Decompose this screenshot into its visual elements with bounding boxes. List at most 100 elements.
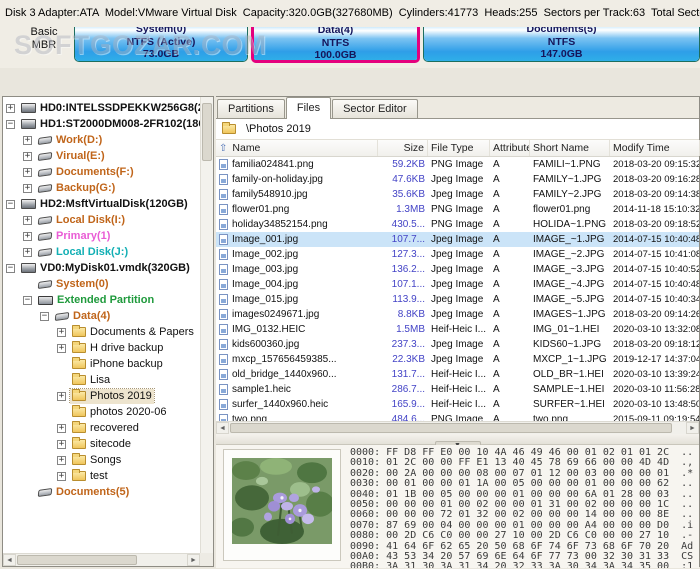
file-row[interactable]: IMG_0132.HEIC 1.5MB Heif-Heic I... A IMG_01~…	[216, 322, 699, 337]
expand-icon[interactable]: +	[23, 167, 32, 177]
tree-horizontal-scrollbar[interactable]: ◄ ►	[3, 553, 200, 566]
tree-item-content: Documents(5)	[36, 485, 131, 500]
tree-item[interactable]: + Documents(F:)	[3, 164, 200, 180]
tree-item[interactable]: System(0)	[3, 276, 200, 292]
collapse-icon[interactable]: −	[23, 295, 32, 305]
tree-item[interactable]: + Songs	[3, 452, 200, 468]
file-modify-time: 2018-03-20 09:15:32	[613, 159, 699, 170]
file-row[interactable]: Image_003.jpg 136.2... Jpeg Image A IMAGE_~3…	[216, 262, 699, 277]
tree-scroll-left-icon[interactable]: ◄	[3, 554, 16, 566]
tree-item[interactable]: photos 2020-06	[3, 404, 200, 420]
expand-icon[interactable]: +	[23, 247, 32, 257]
file-type: Jpeg Image	[431, 234, 484, 245]
file-row[interactable]: mxcp_157656459385... 22.3KB Jpeg Image A MXC…	[216, 352, 699, 367]
tree-item[interactable]: + Virual(E:)	[3, 148, 200, 164]
expand-icon[interactable]: +	[23, 135, 32, 145]
file-row[interactable]: two.png 484.6... PNG Image Atwo.png 2015-09-…	[216, 412, 699, 421]
tree-item[interactable]: + Documents & Papers	[3, 324, 200, 340]
tree-item[interactable]: − Data(4)	[3, 308, 200, 324]
list-scroll-left-icon[interactable]: ◄	[216, 422, 229, 434]
column-header-label: Short Name	[533, 142, 590, 154]
collapse-icon[interactable]: −	[6, 119, 15, 129]
no-toggle-spacer	[23, 280, 32, 289]
file-row[interactable]: Image_004.jpg 107.1... Jpeg Image A IMAGE_~4…	[216, 277, 699, 292]
tree-item[interactable]: + Photos 2019	[3, 388, 200, 404]
tree-item[interactable]: + sitecode	[3, 436, 200, 452]
no-toggle-spacer	[23, 488, 32, 497]
expand-icon[interactable]: +	[6, 103, 15, 113]
tree-item[interactable]: iPhone backup	[3, 356, 200, 372]
file-list-horizontal-scrollbar[interactable]: ◄ ►	[216, 421, 699, 434]
collapse-icon[interactable]: −	[6, 199, 15, 209]
expand-icon[interactable]: +	[57, 455, 66, 465]
file-row[interactable]: flower01.png 1.3MB PNG Image Aflower01.png 2…	[216, 202, 699, 217]
tree-item[interactable]: + Primary(1)	[3, 228, 200, 244]
tree-vertical-scrollbar[interactable]	[200, 97, 213, 553]
column-header-file-type[interactable]: File Type	[428, 140, 490, 156]
tree-item[interactable]: + Backup(G:)	[3, 180, 200, 196]
tree-item[interactable]: − HD2:MsftVirtualDisk(120GB)	[3, 196, 200, 212]
tree-scroll-right-icon[interactable]: ►	[187, 554, 200, 566]
hex-preview-image	[232, 458, 332, 544]
hex-panel-splitter[interactable]: ▼	[216, 434, 699, 450]
tree-item[interactable]: − Extended Partition	[3, 292, 200, 308]
hex-view[interactable]: 0000: FF D8 FF E0 00 10 4A 46 49 46 00 0…	[216, 445, 699, 568]
expand-icon[interactable]: +	[57, 423, 66, 433]
list-hscroll-thumb[interactable]	[230, 423, 672, 433]
collapse-icon[interactable]: −	[40, 311, 49, 321]
expand-icon[interactable]: +	[23, 231, 32, 241]
tab-sector-editor[interactable]: Sector Editor	[332, 99, 418, 118]
tree-item[interactable]: + Work(D:)	[3, 132, 200, 148]
expand-icon[interactable]: +	[23, 151, 32, 161]
file-modify-time: 2014-07-15 10:41:08	[613, 249, 699, 260]
tree-item[interactable]: + Local Disk(I:)	[3, 212, 200, 228]
file-row[interactable]: sample1.heic 286.7... Heif-Heic I... A SAMPL…	[216, 382, 699, 397]
tree-item[interactable]: + HD0:INTELSSDPEKKW256G8(238	[3, 100, 200, 116]
file-row[interactable]: images0249671.jpg 8.8KB Jpeg Image A IMAGES~…	[216, 307, 699, 322]
partition-icon	[37, 151, 53, 161]
file-row[interactable]: Image_001.jpg 107.7... Jpeg Image A IMAGE_~1…	[216, 232, 699, 247]
expand-icon[interactable]: +	[57, 439, 66, 449]
tree-item[interactable]: − VD0:MyDisk01.vmdk(320GB)	[3, 260, 200, 276]
file-size: 1.3MB	[396, 204, 425, 215]
collapse-icon[interactable]: −	[6, 263, 15, 273]
expand-icon[interactable]: +	[57, 471, 66, 481]
file-row[interactable]: familia024841.png 59.2KB PNG Image A FAMILI~…	[216, 157, 699, 172]
folder-icon	[72, 453, 86, 465]
file-type: Jpeg Image	[431, 339, 484, 350]
tree-item[interactable]: + Local Disk(J:)	[3, 244, 200, 260]
tree-item-label: Local Disk(I:)	[56, 214, 126, 226]
tree-vscroll-thumb[interactable]	[202, 103, 212, 161]
list-scroll-right-icon[interactable]: ►	[686, 422, 699, 434]
column-header-name[interactable]: ⇧ Name	[216, 140, 378, 156]
tab-files[interactable]: Files	[285, 97, 332, 119]
column-header-short-name[interactable]: Short Name	[530, 140, 610, 156]
column-header-size[interactable]: Size	[378, 140, 428, 156]
file-type: PNG Image	[431, 219, 484, 230]
expand-icon[interactable]: +	[57, 391, 66, 401]
expand-icon[interactable]: +	[23, 183, 32, 193]
image-file-icon	[219, 414, 228, 421]
expand-icon[interactable]: +	[23, 215, 32, 225]
tree-item[interactable]: Documents(5)	[3, 484, 200, 500]
tree-item[interactable]: − HD1:ST2000DM008-2FR102(1863	[3, 116, 200, 132]
file-row[interactable]: kids600360.jpg 237.3... Jpeg Image A KIDS60~…	[216, 337, 699, 352]
tree-hscroll-thumb[interactable]	[17, 555, 137, 565]
file-row[interactable]: surfer_1440x960.heic 165.9... Heif-Heic I.…	[216, 397, 699, 412]
tree-item-label: Work(D:)	[56, 134, 103, 146]
column-header-modify-time[interactable]: Modify Time	[610, 140, 700, 156]
tree-item[interactable]: + recovered	[3, 420, 200, 436]
tab-partitions[interactable]: Partitions	[217, 99, 285, 118]
file-row[interactable]: holiday34852154.png 430.5... PNG Image A HOL…	[216, 217, 699, 232]
file-row[interactable]: family-on-holiday.jpg 47.6KB Jpeg Image A FA…	[216, 172, 699, 187]
file-row[interactable]: Image_015.jpg 113.9... Jpeg Image A IMAGE_~5…	[216, 292, 699, 307]
file-row[interactable]: family548910.jpg 35.6KB Jpeg Image A FAMILY~…	[216, 187, 699, 202]
tree-item[interactable]: Lisa	[3, 372, 200, 388]
tree-item[interactable]: + test	[3, 468, 200, 484]
column-header-attribute[interactable]: Attribute	[490, 140, 530, 156]
expand-icon[interactable]: +	[57, 343, 66, 353]
expand-icon[interactable]: +	[57, 327, 66, 337]
file-row[interactable]: old_bridge_1440x960... 131.7... Heif-Heic …	[216, 367, 699, 382]
file-row[interactable]: Image_002.jpg 127.3... Jpeg Image A IMAGE_~2…	[216, 247, 699, 262]
tree-item[interactable]: + H drive backup	[3, 340, 200, 356]
